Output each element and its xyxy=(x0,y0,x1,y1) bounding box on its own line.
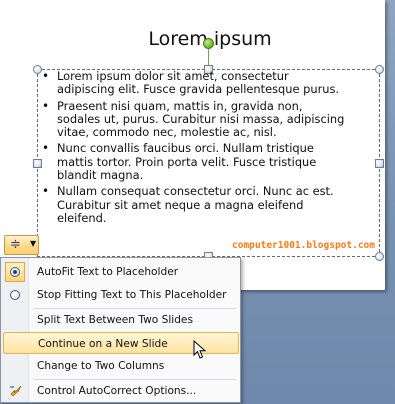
rotation-handle[interactable] xyxy=(203,38,214,49)
resize-handle-top-right[interactable] xyxy=(375,65,384,74)
menu-item-autocorrect-options[interactable]: Control AutoCorrect Options... xyxy=(3,380,239,402)
watermark-text: computer1001.blogspot.com xyxy=(232,240,375,251)
resize-handle-middle-left[interactable] xyxy=(33,159,42,168)
autofit-options-menu: AutoFit Text to Placeholder Stop Fitting… xyxy=(0,257,241,403)
bullet-list[interactable]: Lorem ipsum dolor sit amet, consectetur … xyxy=(42,69,372,228)
bullet-item[interactable]: Nunc convallis faucibus orci. Nullam tri… xyxy=(42,142,372,182)
bullet-item[interactable]: Lorem ipsum dolor sit amet, consectetur … xyxy=(42,69,372,97)
menu-item-label: Change to Two Columns xyxy=(37,360,165,372)
chevron-down-icon: ▼ xyxy=(30,239,37,248)
autofit-options-icon: ≑ xyxy=(10,237,21,252)
radio-icon xyxy=(10,267,20,277)
menu-item-autofit-text[interactable]: AutoFit Text to Placeholder xyxy=(3,261,239,283)
mouse-pointer-icon xyxy=(193,339,207,360)
menu-item-label: Split Text Between Two Slides xyxy=(37,314,193,326)
menu-item-split-text[interactable]: Split Text Between Two Slides xyxy=(3,309,239,331)
bullet-item[interactable]: Nullam consequat consectetur orci. Nunc … xyxy=(42,185,372,225)
menu-item-stop-fitting[interactable]: Stop Fitting Text to This Placeholder xyxy=(3,284,239,306)
bullet-item[interactable]: Praesent nisi quam, mattis in, gravida n… xyxy=(42,99,372,140)
lightning-icon xyxy=(9,383,24,398)
menu-item-label: Stop Fitting Text to This Placeholder xyxy=(37,289,227,301)
autofit-options-button[interactable]: ≑ ▼ xyxy=(4,235,39,255)
menu-item-label: Control AutoCorrect Options... xyxy=(37,385,197,397)
radio-icon xyxy=(10,290,20,300)
resize-handle-middle-right[interactable] xyxy=(375,159,384,168)
menu-item-label: AutoFit Text to Placeholder xyxy=(37,266,179,278)
slide-canvas[interactable]: Lorem ipsum Lorem ipsum dolor sit amet, … xyxy=(0,0,385,290)
resize-handle-bottom-right[interactable] xyxy=(375,252,384,261)
menu-item-label: Continue on a New Slide xyxy=(38,338,168,350)
resize-handle-top-left[interactable] xyxy=(33,65,42,74)
